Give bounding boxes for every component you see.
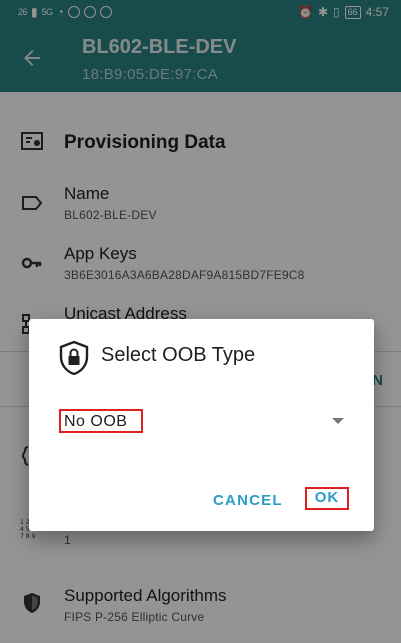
cancel-button[interactable]: CANCEL [213,492,283,509]
ok-button[interactable]: OK [305,487,349,510]
lock-shield-icon [59,341,89,375]
selected-oob-option: No OOB [64,413,128,430]
oob-type-dropdown[interactable]: No OOB [59,409,344,433]
dialog-title: Select OOB Type [101,344,256,366]
dropdown-caret-icon[interactable] [332,418,344,424]
select-oob-dialog: Select OOB Type No OOB CANCEL OK [29,319,374,531]
